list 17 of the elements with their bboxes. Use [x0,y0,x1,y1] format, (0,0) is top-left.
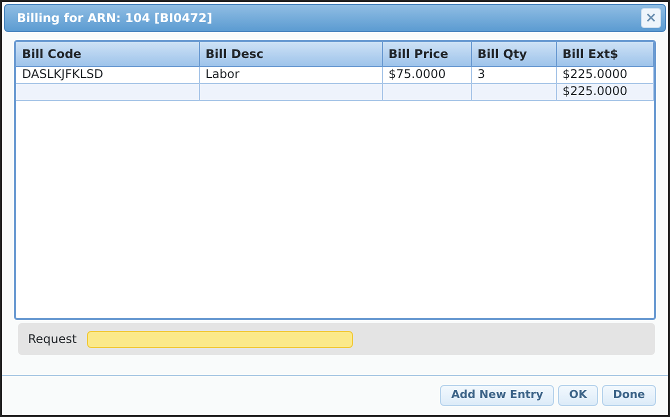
table-cell: 3 [471,66,556,83]
footer-button[interactable]: Done [602,385,656,406]
window-title: Billing for ARN: 104 [BI0472] [17,10,212,27]
total-cell: $225.0000 [556,83,654,100]
column-header[interactable]: Bill Qty [471,42,556,66]
footer-button[interactable]: OK [558,385,598,406]
table-cell: DASLKJFKLSD [16,66,199,83]
column-header[interactable]: Bill Ext$ [556,42,654,66]
column-header[interactable]: Bill Desc [199,42,382,66]
footer-button[interactable]: Add New Entry [440,385,554,406]
table-cell: $75.0000 [382,66,471,83]
column-header[interactable]: Bill Price [382,42,471,66]
request-field[interactable] [86,330,353,348]
request-label: Request [28,331,77,348]
table-cell: $225.0000 [556,66,654,83]
column-header[interactable]: Bill Code [16,42,199,66]
table-cell: Labor [199,66,382,83]
